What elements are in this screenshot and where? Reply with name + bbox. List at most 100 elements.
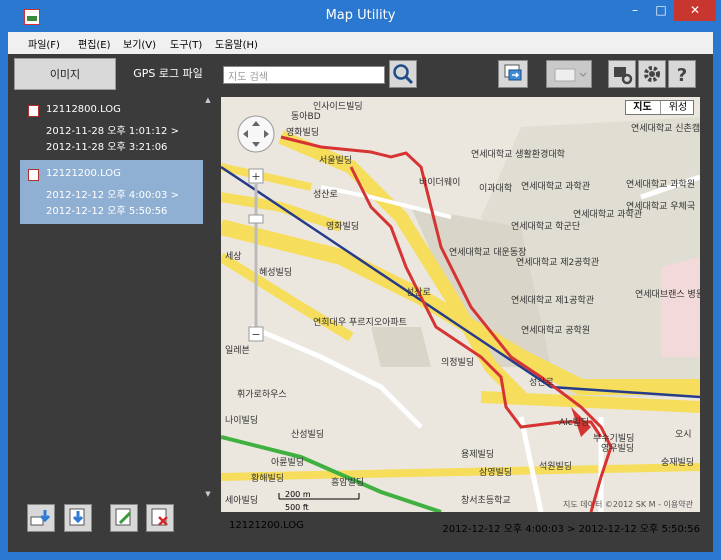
list-scrollbar[interactable]: ▲ ▼ <box>203 96 213 500</box>
map-label: Alc빌딩 <box>559 417 589 428</box>
search-icon <box>393 64 414 85</box>
list-item[interactable]: 12112800.LOG 2012-11-28 오후 1:01:12 > 201… <box>20 96 203 160</box>
map-label: 성산로 <box>529 377 554 388</box>
tab-gps-log[interactable]: GPS 로그 파일 <box>118 58 218 90</box>
scale-meters: 200 m <box>285 490 311 499</box>
map-label: 인사이드빌딩 <box>313 101 363 112</box>
map-label: 연세대학교 과학관 <box>521 181 590 192</box>
edit-icon <box>115 508 132 526</box>
status-bar: 12121200.LOG 2012-12-12 오후 4:00:03 > 201… <box>221 516 700 536</box>
gear-icon <box>644 66 660 82</box>
help-button[interactable]: ? <box>668 60 696 88</box>
log-name: 12121200.LOG <box>46 168 121 179</box>
search-placeholder: 지도 검색 <box>228 72 268 83</box>
map-label: 용제빌딩 <box>461 449 494 460</box>
map-label: 오시 <box>675 429 692 440</box>
pan-control[interactable] <box>237 115 275 153</box>
map-view[interactable]: 인사이드빌딩 동아BD 영화빌딩 서울빌딩 바이더웨이 연세대학교 생활환경대학… <box>221 97 700 512</box>
map-label: 숭재빌딩 <box>661 457 694 468</box>
app-window: Map Utility – □ ✕ 파일(F) 편집(E) 보기(V) 도구(T… <box>0 0 721 560</box>
map-canvas[interactable]: 인사이드빌딩 동아BD 영화빌딩 서울빌딩 바이더웨이 연세대학교 생활환경대학… <box>221 97 700 512</box>
log-start: 2012-11-28 오후 1:01:12 > <box>46 126 179 137</box>
map-label: 세아빌딩 <box>225 495 258 506</box>
map-label: 황해빌딩 <box>251 473 284 484</box>
menu-bar: 파일(F) 편집(E) 보기(V) 도구(T) 도움말(H) <box>8 32 713 54</box>
menu-help[interactable]: 도움말(H) <box>215 36 258 51</box>
map-label: 영우빌딩 <box>601 443 634 454</box>
settings-device-button[interactable] <box>608 60 636 88</box>
map-label: 아륜빌딩 <box>271 457 304 468</box>
map-label: 나이빌딩 <box>225 415 258 426</box>
search-button[interactable] <box>389 60 417 88</box>
settings-button[interactable] <box>638 60 666 88</box>
map-label: 휘가로하우스 <box>237 389 287 400</box>
log-end: 2012-11-28 오후 3:21:06 <box>46 142 168 153</box>
close-button[interactable]: ✕ <box>674 0 716 21</box>
map-label: 혜성빌딩 <box>259 266 292 278</box>
log-end: 2012-12-12 오후 5:50:56 <box>46 206 168 217</box>
device-settings-icon <box>614 67 633 85</box>
panel-tabs: 이미지 GPS 로그 파일 <box>14 58 218 90</box>
gps-log-list: 12112800.LOG 2012-11-28 오후 1:01:12 > 201… <box>20 96 203 500</box>
map-label: 바이더웨이 <box>419 176 460 188</box>
map-label: 의정빌딩 <box>441 357 474 368</box>
map-label: 연세대학교 제2공학관 <box>516 257 599 268</box>
map-label: 서울빌딩 <box>319 155 352 166</box>
map-label: 영화빌딩 <box>326 221 359 232</box>
export-button[interactable] <box>498 60 528 88</box>
map-label: 석원빌딩 <box>539 461 572 472</box>
scroll-down-icon[interactable]: ▼ <box>204 490 212 498</box>
map-label: 산성빌딩 <box>291 429 324 440</box>
log-start: 2012-12-12 오후 4:00:03 > <box>46 190 179 201</box>
minimize-button[interactable]: – <box>622 0 648 21</box>
map-type-toggle: 지도 위성 <box>625 100 694 115</box>
scroll-up-icon[interactable]: ▲ <box>204 96 212 104</box>
map-label: 연세대학교 생활환경대학 <box>471 148 565 160</box>
camera-dropdown[interactable] <box>546 60 592 88</box>
map-label: 연세대학교 신촌캠퍼스 <box>631 122 700 134</box>
map-label: 연세대학교 제1공학관 <box>511 295 594 306</box>
map-label: 흥암빌딩 <box>331 476 364 488</box>
menu-edit[interactable]: 편집(E) <box>78 36 111 51</box>
svg-text:−: − <box>251 328 260 341</box>
scale-feet: 500 ft <box>285 503 309 512</box>
title-bar: Map Utility – □ ✕ <box>0 0 721 32</box>
map-label: 연세대학교 우체국 <box>626 201 695 212</box>
map-label: 연세대학교 공학원 <box>521 325 590 336</box>
delete-icon <box>151 508 168 526</box>
map-type-map[interactable]: 지도 <box>626 101 659 114</box>
menu-tools[interactable]: 도구(T) <box>170 36 202 51</box>
list-item[interactable]: 12121200.LOG 2012-12-12 오후 4:00:03 > 201… <box>20 160 203 224</box>
map-label: 부수기빌딩 <box>593 433 634 444</box>
status-range: 2012-12-12 오후 4:00:03 > 2012-12-12 오후 5:… <box>442 524 700 535</box>
map-search-input[interactable]: 지도 검색 <box>223 66 385 84</box>
tab-images[interactable]: 이미지 <box>14 58 116 90</box>
map-label: 성산로 <box>313 189 338 200</box>
menu-view[interactable]: 보기(V) <box>123 36 156 51</box>
download-button[interactable] <box>27 504 55 532</box>
map-type-satellite[interactable]: 위성 <box>660 101 695 114</box>
window-title: Map Utility <box>325 8 396 23</box>
log-file-icon <box>28 105 39 117</box>
delete-log-button[interactable] <box>146 504 174 532</box>
map-label: 연세대학교 과학원 <box>626 179 695 190</box>
export-icon <box>504 64 522 81</box>
maximize-button[interactable]: □ <box>648 0 674 21</box>
edit-log-button[interactable] <box>110 504 138 532</box>
menu-file[interactable]: 파일(F) <box>28 36 60 51</box>
map-label: 동아BD <box>291 111 321 122</box>
map-copyright: 지도 데이터 ©2012 SK M - 이용약관 <box>563 499 694 509</box>
map-label: 세상 <box>225 251 242 262</box>
help-icon: ? <box>677 65 687 86</box>
map-label: 연세대학교 학군단 <box>511 221 580 232</box>
log-file-icon <box>28 169 39 181</box>
download-device-icon <box>30 510 51 526</box>
status-file: 12121200.LOG <box>229 520 304 531</box>
map-label: 연희대우 푸르지오아파트 <box>313 316 407 328</box>
map-label: 영화빌딩 <box>286 127 319 138</box>
import-button[interactable] <box>64 504 92 532</box>
camera-icon <box>554 68 587 82</box>
svg-text:?: ? <box>677 65 687 86</box>
svg-text:+: + <box>251 170 260 183</box>
map-label: 연세대브랜스 병원 암센터 <box>635 288 700 300</box>
